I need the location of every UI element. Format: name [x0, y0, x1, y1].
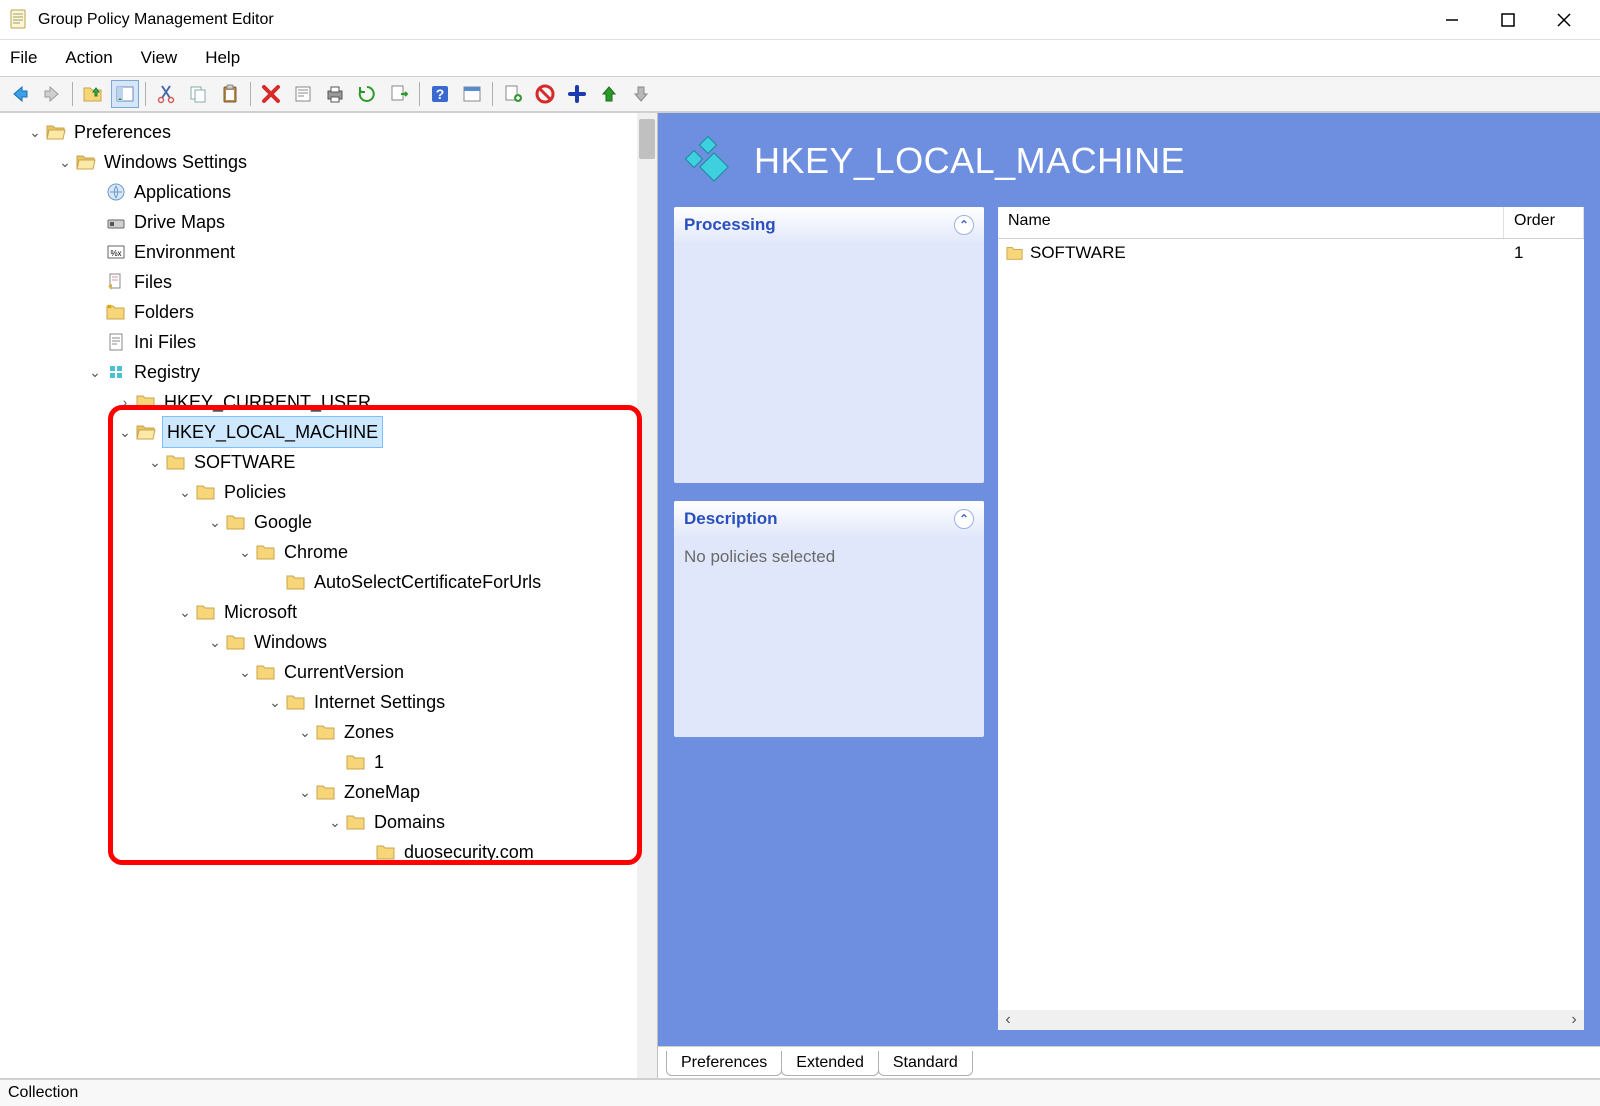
column-header-order[interactable]: Order	[1504, 207, 1584, 238]
toolbar-sep	[492, 82, 493, 106]
status-bar: Collection	[0, 1078, 1600, 1106]
print-button[interactable]	[321, 80, 349, 108]
tree-item-windows-settings[interactable]: ⌄Windows Settings	[0, 147, 657, 177]
processing-header-label: Processing	[684, 215, 776, 235]
new-item-button[interactable]	[499, 80, 527, 108]
collapse-processing-button[interactable]: ⌃	[954, 215, 974, 235]
svg-text:%x: %x	[110, 249, 121, 258]
paste-button[interactable]	[216, 80, 244, 108]
tree-item-zones[interactable]: ⌄Zones	[0, 717, 657, 747]
maximize-button[interactable]	[1480, 0, 1536, 40]
menu-help[interactable]: Help	[205, 48, 240, 68]
app-icon	[8, 8, 28, 32]
tree-item-zone1[interactable]: ⌄1	[0, 747, 657, 777]
toolbar: ?	[0, 76, 1600, 112]
status-text: Collection	[8, 1084, 78, 1102]
tree-item-ini-files[interactable]: ⌄Ini Files	[0, 327, 657, 357]
details-header: HKEY_LOCAL_MACHINE	[682, 133, 1584, 189]
toolbar-sep	[72, 82, 73, 106]
menu-action[interactable]: Action	[65, 48, 112, 68]
tree-item-software[interactable]: ⌄SOFTWARE	[0, 447, 657, 477]
description-header-label: Description	[684, 509, 778, 529]
title-bar: Group Policy Management Editor	[0, 0, 1600, 40]
tree-item-preferences[interactable]: ⌄Preferences	[0, 117, 657, 147]
help-button[interactable]: ?	[426, 80, 454, 108]
back-button[interactable]	[6, 80, 34, 108]
show-hide-tree-button[interactable]	[111, 80, 139, 108]
tree-item-currentversion[interactable]: ⌄CurrentVersion	[0, 657, 657, 687]
move-up-button[interactable]	[595, 80, 623, 108]
tree-item-domains[interactable]: ⌄Domains	[0, 807, 657, 837]
delete-button[interactable]	[257, 80, 285, 108]
list-item[interactable]: SOFTWARE 1	[998, 239, 1584, 267]
tree-item-folders[interactable]: ⌄Folders	[0, 297, 657, 327]
tree-panel: ⌄Preferences ⌄Windows Settings ⌄Applicat…	[0, 113, 658, 1078]
tree-item-autoselect[interactable]: ⌄AutoSelectCertificateForUrls	[0, 567, 657, 597]
options-button[interactable]	[458, 80, 486, 108]
items-list: Name Order SOFTWARE 1 ‹›	[998, 207, 1584, 1030]
list-horizontal-scrollbar[interactable]: ‹›	[998, 1010, 1584, 1030]
tree-item-hkcu[interactable]: ›HKEY_CURRENT_USER	[0, 387, 657, 417]
tab-standard[interactable]: Standard	[878, 1051, 973, 1076]
menu-file[interactable]: File	[10, 48, 37, 68]
minimize-button[interactable]	[1424, 0, 1480, 40]
up-button[interactable]	[79, 80, 107, 108]
toolbar-sep	[419, 82, 420, 106]
move-down-button[interactable]	[627, 80, 655, 108]
tree-item-windows[interactable]: ⌄Windows	[0, 627, 657, 657]
details-tabs: Preferences Extended Standard	[658, 1046, 1600, 1076]
details-title: HKEY_LOCAL_MACHINE	[754, 140, 1185, 182]
list-item-name: SOFTWARE	[1030, 243, 1504, 263]
tree-item-google[interactable]: ⌄Google	[0, 507, 657, 537]
tree-item-environment[interactable]: ⌄%xEnvironment	[0, 237, 657, 267]
tab-extended[interactable]: Extended	[781, 1051, 879, 1076]
tree-item-files[interactable]: ⌄Files	[0, 267, 657, 297]
description-panel: Description ⌃ No policies selected	[674, 501, 984, 737]
column-header-name[interactable]: Name	[998, 207, 1504, 238]
tree-item-registry[interactable]: ⌄Registry	[0, 357, 657, 387]
tab-preferences[interactable]: Preferences	[666, 1051, 782, 1076]
add-button[interactable]	[563, 80, 591, 108]
copy-button[interactable]	[184, 80, 212, 108]
window-title: Group Policy Management Editor	[38, 11, 1424, 29]
toolbar-sep	[145, 82, 146, 106]
tree-item-applications[interactable]: ⌄Applications	[0, 177, 657, 207]
tree-vertical-scrollbar[interactable]	[637, 113, 657, 1078]
properties-button[interactable]	[289, 80, 317, 108]
registry-icon	[682, 133, 738, 189]
folder-icon	[1006, 244, 1024, 262]
tree-item-chrome[interactable]: ⌄Chrome	[0, 537, 657, 567]
tree-item-drive-maps[interactable]: ⌄Drive Maps	[0, 207, 657, 237]
toolbar-sep	[250, 82, 251, 106]
menu-bar: File Action View Help	[0, 40, 1600, 76]
refresh-button[interactable]	[353, 80, 381, 108]
close-button[interactable]	[1536, 0, 1592, 40]
list-item-order: 1	[1504, 243, 1584, 263]
tree-item-internet-settings[interactable]: ⌄Internet Settings	[0, 687, 657, 717]
forward-button[interactable]	[38, 80, 66, 108]
tree-item-duosecurity[interactable]: ⌄duosecurity.com	[0, 837, 657, 867]
tree-item-microsoft[interactable]: ⌄Microsoft	[0, 597, 657, 627]
tree[interactable]: ⌄Preferences ⌄Windows Settings ⌄Applicat…	[0, 113, 657, 871]
details-panel: HKEY_LOCAL_MACHINE Processing ⌃	[658, 113, 1600, 1078]
processing-panel: Processing ⌃	[674, 207, 984, 483]
tree-item-policies[interactable]: ⌄Policies	[0, 477, 657, 507]
tree-item-zonemap[interactable]: ⌄ZoneMap	[0, 777, 657, 807]
description-text: No policies selected	[684, 547, 835, 566]
stop-button[interactable]	[531, 80, 559, 108]
svg-text:?: ?	[436, 86, 445, 102]
collapse-description-button[interactable]: ⌃	[954, 509, 974, 529]
tree-item-hklm[interactable]: ⌄HKEY_LOCAL_MACHINE	[0, 417, 657, 447]
menu-view[interactable]: View	[141, 48, 178, 68]
cut-button[interactable]	[152, 80, 180, 108]
export-button[interactable]	[385, 80, 413, 108]
